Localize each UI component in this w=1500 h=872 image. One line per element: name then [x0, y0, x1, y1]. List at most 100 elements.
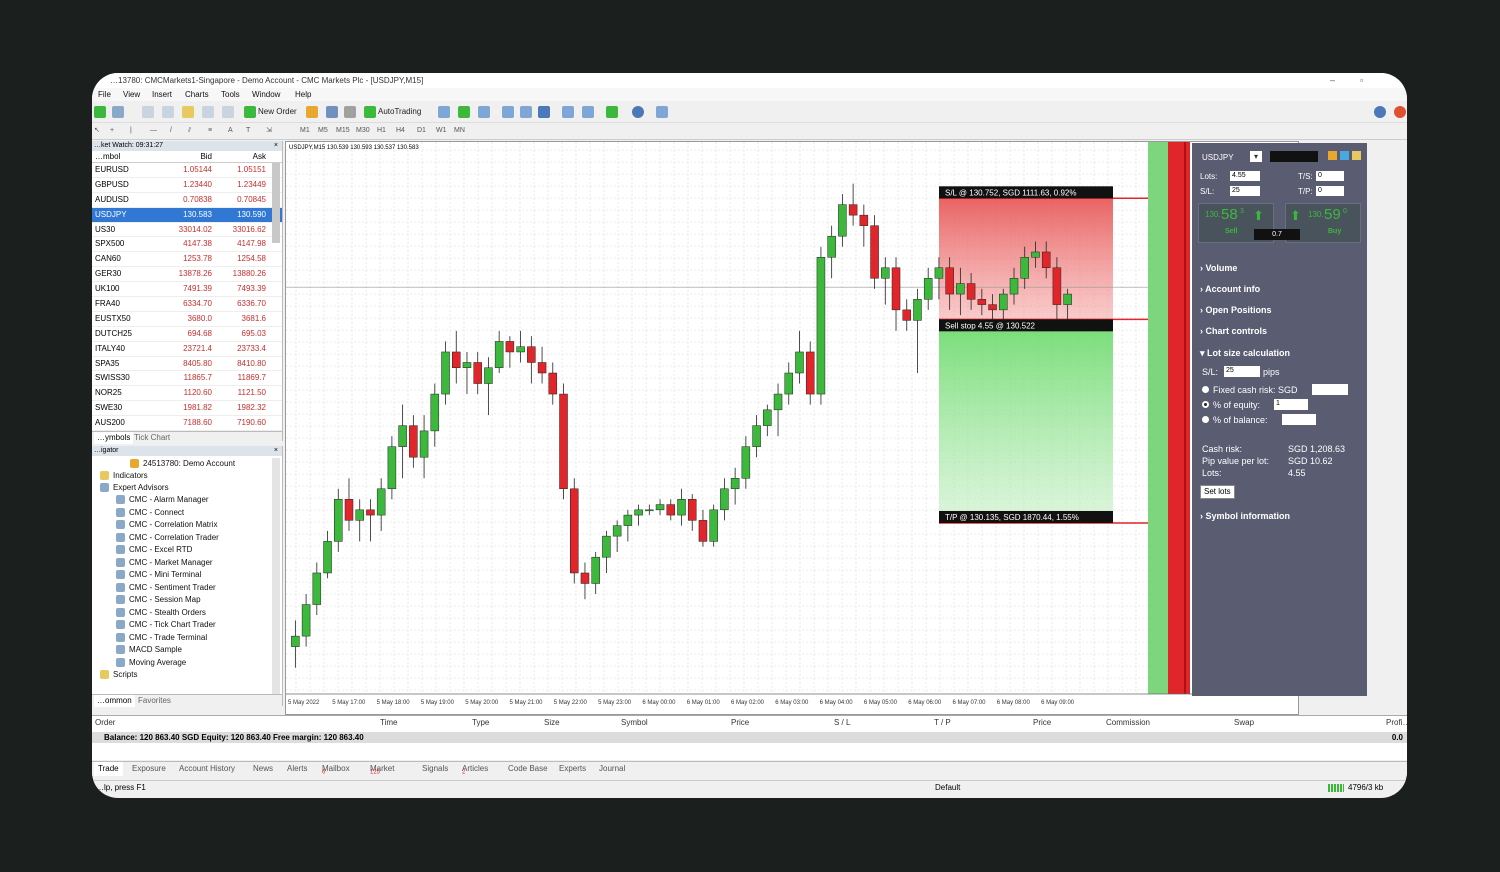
section-open-positions[interactable]: › Open Positions [1200, 305, 1272, 315]
periods-icon[interactable] [632, 106, 644, 118]
col-profit[interactable]: Profi… [1386, 718, 1407, 727]
market-watch-row[interactable]: SPX500 4147.38 4147.98 [92, 237, 282, 253]
crosshair-icon[interactable]: + [110, 125, 114, 137]
market-watch-row[interactable]: US30 33014.02 33016.62 [92, 223, 282, 238]
navigator-scrollbar[interactable] [272, 458, 280, 698]
timeframe-h4[interactable]: H4 [396, 125, 405, 137]
new-order-icon[interactable] [244, 106, 256, 118]
line-chart-icon[interactable] [478, 106, 490, 118]
section-volume[interactable]: › Volume [1200, 263, 1237, 273]
maximize-icon[interactable]: ▫ [1360, 73, 1363, 88]
pct-equity-input[interactable]: 1 [1274, 399, 1308, 410]
autotrading-icon[interactable] [364, 106, 376, 118]
ts-input[interactable]: 0 [1316, 171, 1344, 181]
col-order[interactable]: Order [95, 718, 115, 727]
tile-windows-icon[interactable] [538, 106, 550, 118]
text-icon[interactable]: A [228, 125, 233, 137]
market-watch-row[interactable]: SWISS30 11865.7 11869.7 [92, 371, 282, 387]
market-watch-row[interactable]: USDJPY 130.583 130.590 [92, 207, 282, 223]
tab-code-base[interactable]: Code Base [508, 762, 548, 776]
zoom-in-icon[interactable] [502, 106, 514, 118]
text-label-icon[interactable]: T [246, 125, 250, 137]
templates-icon[interactable] [656, 106, 668, 118]
section-lot-size[interactable]: ▾ Lot size calculation [1200, 348, 1290, 359]
vertical-line-icon[interactable]: | [130, 125, 132, 137]
symbol-search-field[interactable] [1270, 151, 1318, 162]
nav-expert-item[interactable]: Moving Average [116, 657, 186, 669]
set-lots-button[interactable]: Set lots [1200, 485, 1235, 499]
autotrading-button[interactable]: AutoTrading [378, 105, 421, 118]
col-symbol-term[interactable]: Symbol [621, 718, 648, 727]
channel-icon[interactable]: ⫽ [188, 125, 191, 137]
market-watch-row[interactable]: CAN60 1253.78 1254.58 [92, 252, 282, 268]
nav-expert-item[interactable]: CMC - Trade Terminal [116, 632, 207, 644]
market-watch-row[interactable]: ITALY40 23721.4 23733.4 [92, 342, 282, 357]
nav-expert-item[interactable]: CMC - Excel RTD [116, 544, 192, 556]
market-watch-row[interactable]: GER30 13878.26 13880.26 [92, 267, 282, 283]
menu-window[interactable]: Window [252, 88, 280, 101]
nav-expert-item[interactable]: CMC - Session Map [116, 594, 201, 606]
menu-icon[interactable] [1352, 151, 1361, 160]
tab-symbols[interactable]: …ymbols [94, 432, 134, 444]
nav-indicators[interactable]: Indicators [100, 470, 148, 482]
tester-icon[interactable] [222, 106, 234, 118]
tab-common[interactable]: …ommon [94, 695, 135, 707]
timeframe-m1[interactable]: M1 [300, 125, 310, 137]
col-symbol[interactable]: …mbol [95, 151, 120, 162]
sl-input[interactable]: 25 [1230, 186, 1260, 196]
nav-account[interactable]: 24513780: Demo Account [130, 458, 235, 470]
menu-charts[interactable]: Charts [185, 88, 209, 101]
market-watch-row[interactable]: NOR25 1120.60 1121.50 [92, 386, 282, 402]
col-price[interactable]: Price [731, 718, 749, 727]
arrows-icon[interactable]: ⇲ [266, 125, 272, 137]
tab-account-history[interactable]: Account History [179, 762, 235, 776]
market-watch-row[interactable]: FRA40 6334.70 6336.70 [92, 297, 282, 312]
market-watch-row[interactable]: EURUSD 1.05144 1.05151 [92, 163, 282, 178]
market-watch-row[interactable]: SPA35 8405.80 8410.80 [92, 357, 282, 372]
navigator-close-icon[interactable]: × [274, 446, 278, 456]
market-watch-scrollbar[interactable] [272, 163, 280, 243]
timeframe-d1[interactable]: D1 [417, 125, 426, 137]
timeframe-h1[interactable]: H1 [377, 125, 386, 137]
search-icon[interactable] [1374, 106, 1386, 118]
radio-fixed-cash[interactable] [1202, 386, 1209, 393]
nav-expert-item[interactable]: CMC - Correlation Trader [116, 532, 219, 544]
chart-shift-icon[interactable] [562, 106, 574, 118]
market-watch-row[interactable]: AUS200 7188.60 7190.60 [92, 416, 282, 432]
trendline-icon[interactable]: / [170, 125, 172, 137]
signals-icon[interactable] [326, 106, 338, 118]
nav-expert-item[interactable]: MACD Sample [116, 644, 182, 656]
settings-icon[interactable] [1328, 151, 1337, 160]
horizontal-line-icon[interactable]: — [150, 125, 157, 137]
menu-insert[interactable]: Insert [152, 88, 172, 101]
notification-icon[interactable] [1394, 106, 1406, 118]
nav-expert-item[interactable]: CMC - Connect [116, 507, 184, 519]
tab-journal[interactable]: Journal [599, 762, 625, 776]
nav-scripts[interactable]: Scripts [100, 669, 137, 681]
section-chart-controls[interactable]: › Chart controls [1200, 326, 1267, 336]
data-window-icon[interactable] [162, 106, 174, 118]
col-time[interactable]: Time [380, 718, 397, 727]
timeframe-m5[interactable]: M5 [318, 125, 328, 137]
new-order-button[interactable]: New Order [258, 105, 297, 118]
nav-expert-item[interactable]: CMC - Tick Chart Trader [116, 619, 216, 631]
section-account-info[interactable]: › Account info [1200, 284, 1260, 294]
nav-expert-advisors[interactable]: Expert Advisors [100, 482, 169, 494]
navigator-icon[interactable] [182, 106, 194, 118]
col-tp[interactable]: T / P [934, 718, 951, 727]
timeframe-m30[interactable]: M30 [356, 125, 370, 137]
tab-exposure[interactable]: Exposure [132, 762, 166, 776]
timeframe-m15[interactable]: M15 [336, 125, 350, 137]
col-type[interactable]: Type [472, 718, 489, 727]
market-watch-row[interactable]: DUTCH25 694.68 695.03 [92, 327, 282, 342]
section-symbol-info[interactable]: › Symbol information [1200, 511, 1290, 521]
tab-news[interactable]: News [253, 762, 273, 776]
autoscroll-icon[interactable] [582, 106, 594, 118]
info-icon[interactable] [1340, 151, 1349, 160]
price-chart[interactable]: S/L @ 130.752, SGD 1111.63, 0.92% Sell st… [285, 141, 1299, 715]
col-sl[interactable]: S / L [834, 718, 850, 727]
col-bid[interactable]: Bid [200, 151, 212, 162]
fibonacci-icon[interactable]: ≡ [208, 125, 212, 137]
symbol-dropdown-icon[interactable]: ▾ [1250, 151, 1262, 162]
menu-file[interactable]: File [98, 88, 111, 101]
